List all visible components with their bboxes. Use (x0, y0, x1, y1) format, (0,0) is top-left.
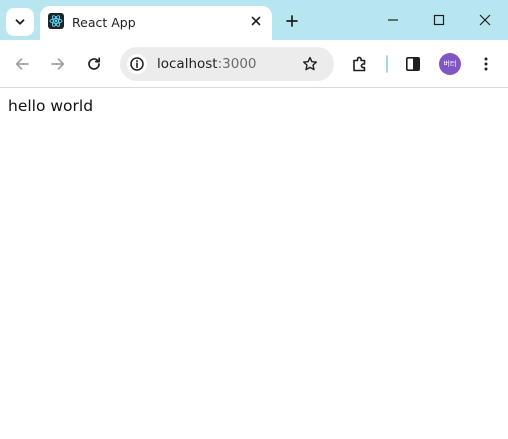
page-content: hello world (0, 88, 508, 439)
maximize-icon (433, 14, 445, 26)
window-close-button[interactable] (470, 8, 500, 32)
new-tab-button[interactable] (280, 9, 304, 33)
back-button[interactable] (10, 52, 34, 76)
forward-button[interactable] (46, 52, 70, 76)
close-icon (251, 16, 261, 26)
react-logo-icon (48, 13, 64, 29)
tab-close-button[interactable] (248, 13, 264, 29)
minimize-icon (388, 19, 398, 21)
profile-avatar[interactable]: 버터 (439, 53, 461, 75)
browser-window: React App localhost:3000 버터 hello world (0, 0, 508, 439)
side-panel-button[interactable] (401, 52, 425, 76)
url-text: localhost:3000 (157, 56, 257, 72)
tab-title: React App (72, 15, 136, 30)
arrow-left-icon (15, 58, 29, 70)
info-icon (130, 57, 144, 71)
bookmark-button[interactable] (300, 54, 320, 74)
close-icon (479, 14, 491, 26)
star-icon (303, 56, 317, 71)
tab-active[interactable]: React App (40, 6, 272, 40)
toolbar-divider (386, 55, 388, 73)
site-info-button[interactable] (127, 54, 147, 74)
arrow-right-icon (51, 58, 65, 70)
menu-button[interactable] (474, 52, 498, 76)
kebab-menu-icon (484, 57, 488, 71)
side-panel-icon (405, 56, 420, 71)
minimize-button[interactable] (378, 8, 408, 32)
url-port: :3000 (217, 56, 257, 72)
tab-search-button[interactable] (6, 8, 34, 36)
reload-button[interactable] (82, 52, 106, 76)
browser-toolbar: localhost:3000 버터 (0, 40, 508, 88)
puzzle-piece-icon (353, 56, 366, 72)
url-host: localhost (157, 56, 218, 72)
page-text: hello world (8, 97, 94, 115)
tab-strip: React App (0, 0, 508, 40)
chevron-down-icon (15, 19, 25, 25)
extensions-button[interactable] (348, 52, 372, 76)
address-bar[interactable]: localhost:3000 (120, 47, 334, 81)
plus-icon (286, 15, 298, 27)
maximize-button[interactable] (424, 8, 454, 32)
reload-icon (88, 57, 101, 70)
